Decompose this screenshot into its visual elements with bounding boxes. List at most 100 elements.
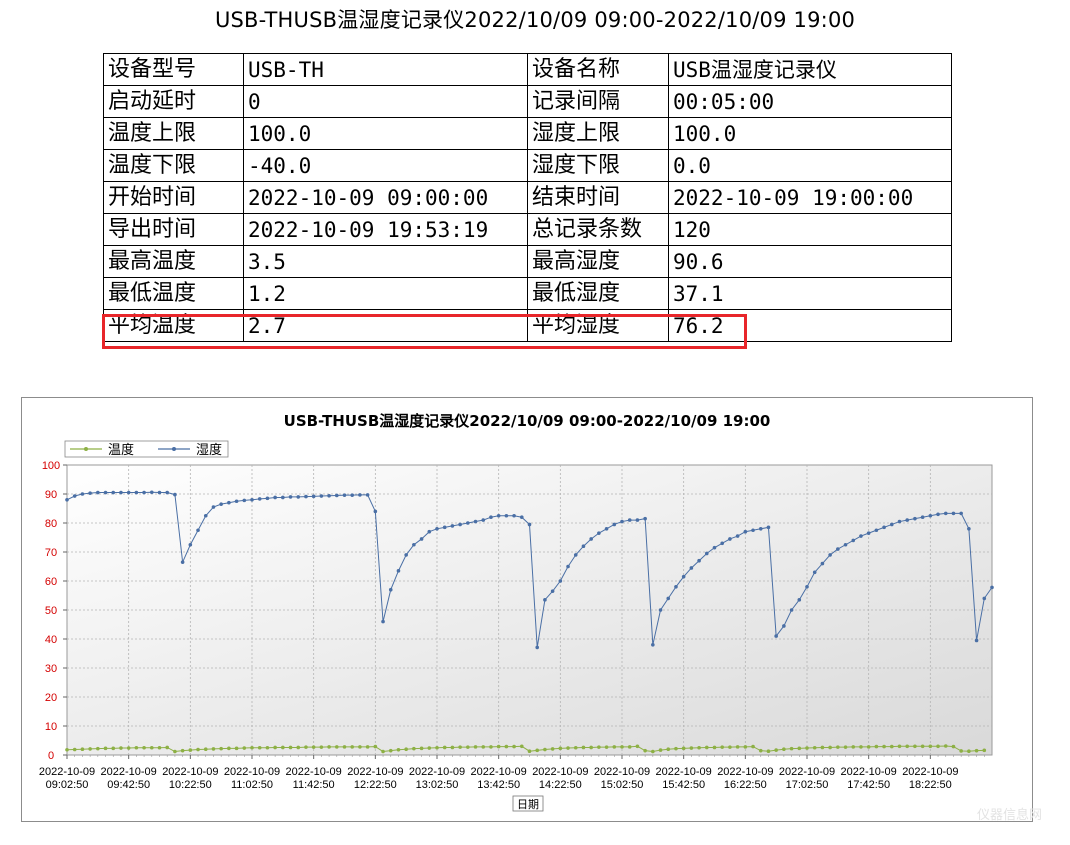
info-label-cell: 湿度上限 <box>527 117 669 150</box>
data-point-humidity <box>519 515 524 519</box>
data-point-humidity <box>597 531 601 535</box>
data-point-temperature <box>728 745 732 749</box>
data-point-humidity <box>219 502 223 506</box>
data-point-temperature <box>381 749 385 754</box>
data-point-temperature <box>234 746 239 751</box>
data-point-humidity <box>527 522 532 527</box>
y-tick-label: 10 <box>45 721 57 733</box>
data-point-humidity <box>250 498 254 502</box>
data-point-temperature <box>334 745 339 749</box>
data-point-humidity <box>157 490 162 495</box>
data-point-humidity <box>820 561 825 566</box>
data-point-humidity <box>550 589 555 593</box>
data-point-temperature <box>358 745 362 749</box>
chart-panel: USB-THUSB温湿度记录仪2022/10/09 09:00-2022/10/… <box>21 397 1033 822</box>
data-point-temperature <box>435 745 439 750</box>
data-point-humidity <box>373 509 378 514</box>
data-point-humidity <box>512 513 516 518</box>
info-label-cell: 导出时间 <box>103 213 244 246</box>
data-point-humidity <box>234 499 239 504</box>
y-tick-label: 70 <box>45 547 57 559</box>
data-point-humidity <box>88 491 92 495</box>
data-point-temperature <box>597 745 601 749</box>
info-value-cell: 2022-10-09 19:53:19 <box>243 213 528 246</box>
data-point-temperature <box>450 745 455 750</box>
data-point-temperature <box>851 745 856 749</box>
data-point-humidity <box>358 493 362 497</box>
info-row: 最高温度 3.5 最高湿度 90.6 <box>103 245 952 278</box>
data-point-humidity <box>419 537 424 541</box>
x-tick-time-label: 09:42:50 <box>107 779 150 791</box>
info-value-cell: 90.6 <box>668 245 952 278</box>
data-point-temperature <box>897 744 902 749</box>
data-point-humidity <box>489 515 493 519</box>
chart-title: USB-THUSB温湿度记录仪2022/10/09 09:00-2022/10/… <box>284 412 771 430</box>
info-row: 温度下限 -40.0 湿度下限 0.0 <box>103 149 952 182</box>
report-title: USB-THUSB温湿度记录仪2022/10/09 09:00-2022/10/… <box>214 8 856 32</box>
data-point-humidity <box>851 538 856 543</box>
data-point-temperature <box>550 747 555 751</box>
data-point-humidity <box>165 490 170 495</box>
data-point-humidity <box>666 596 671 601</box>
x-tick-time-label: 17:02:50 <box>786 779 829 791</box>
data-point-temperature <box>812 745 817 750</box>
data-point-temperature <box>458 745 462 749</box>
data-point-temperature <box>782 747 786 751</box>
data-point-temperature <box>651 749 655 754</box>
data-point-humidity <box>242 498 247 503</box>
info-label-cell: 最低湿度 <box>527 277 669 310</box>
data-point-temperature <box>805 746 809 750</box>
x-tick-date-label: 2022-10-09 <box>347 766 403 778</box>
data-point-temperature <box>188 748 193 752</box>
data-point-humidity <box>142 490 146 495</box>
data-point-humidity <box>304 494 308 499</box>
data-point-humidity <box>766 525 771 530</box>
data-point-temperature <box>442 745 447 750</box>
info-label-cell: 温度下限 <box>103 149 244 182</box>
x-tick-date-label: 2022-10-09 <box>409 766 465 778</box>
watermark-text: 仪器信息网 <box>976 808 1042 823</box>
data-point-temperature <box>281 745 285 750</box>
y-tick-label: 20 <box>45 692 57 704</box>
x-tick-date-label: 2022-10-09 <box>162 766 218 778</box>
data-point-humidity <box>188 542 193 547</box>
data-point-humidity <box>612 522 617 527</box>
data-point-temperature <box>134 745 139 750</box>
data-point-humidity <box>558 579 563 583</box>
device-info-table: 设备型号 USB-TH 设备名称 USB温湿度记录仪 启动延时 0 记录间隔 00:05:00… <box>103 53 952 342</box>
data-point-humidity <box>404 553 408 557</box>
data-point-humidity <box>859 534 863 538</box>
data-point-temperature <box>967 749 971 754</box>
data-point-humidity <box>435 527 439 531</box>
data-point-humidity <box>80 492 85 496</box>
info-label-cell: 湿度下限 <box>527 149 669 182</box>
data-point-humidity <box>180 560 185 564</box>
data-point-temperature <box>566 746 570 750</box>
x-tick-time-label: 11:02:50 <box>231 779 273 791</box>
data-point-humidity <box>535 645 540 650</box>
data-point-temperature <box>920 744 925 749</box>
x-tick-date-label: 2022-10-09 <box>841 766 897 778</box>
data-point-temperature <box>211 747 216 751</box>
data-point-temperature <box>674 746 678 751</box>
info-value-cell: 2022-10-09 09:00:00 <box>243 181 528 214</box>
data-point-temperature <box>419 746 424 751</box>
info-value-cell: -40.0 <box>243 149 528 182</box>
data-point-humidity <box>943 511 948 516</box>
data-point-humidity <box>149 490 154 495</box>
data-point-humidity <box>828 553 832 557</box>
data-point-temperature <box>157 745 162 750</box>
info-label-cell: 最低温度 <box>103 277 244 310</box>
data-point-humidity <box>103 490 108 495</box>
x-tick-date-label: 2022-10-09 <box>286 766 342 778</box>
data-point-humidity <box>913 516 917 521</box>
data-point-humidity <box>897 519 902 524</box>
data-point-temperature <box>265 745 270 750</box>
info-label-cell: 结束时间 <box>527 181 669 214</box>
data-point-temperature <box>365 745 370 749</box>
info-value-cell: 37.1 <box>668 277 952 310</box>
legend-label: 湿度 <box>196 442 222 458</box>
x-tick-time-label: 15:42:50 <box>662 779 705 791</box>
data-point-humidity <box>281 495 285 500</box>
data-point-humidity <box>982 596 987 601</box>
